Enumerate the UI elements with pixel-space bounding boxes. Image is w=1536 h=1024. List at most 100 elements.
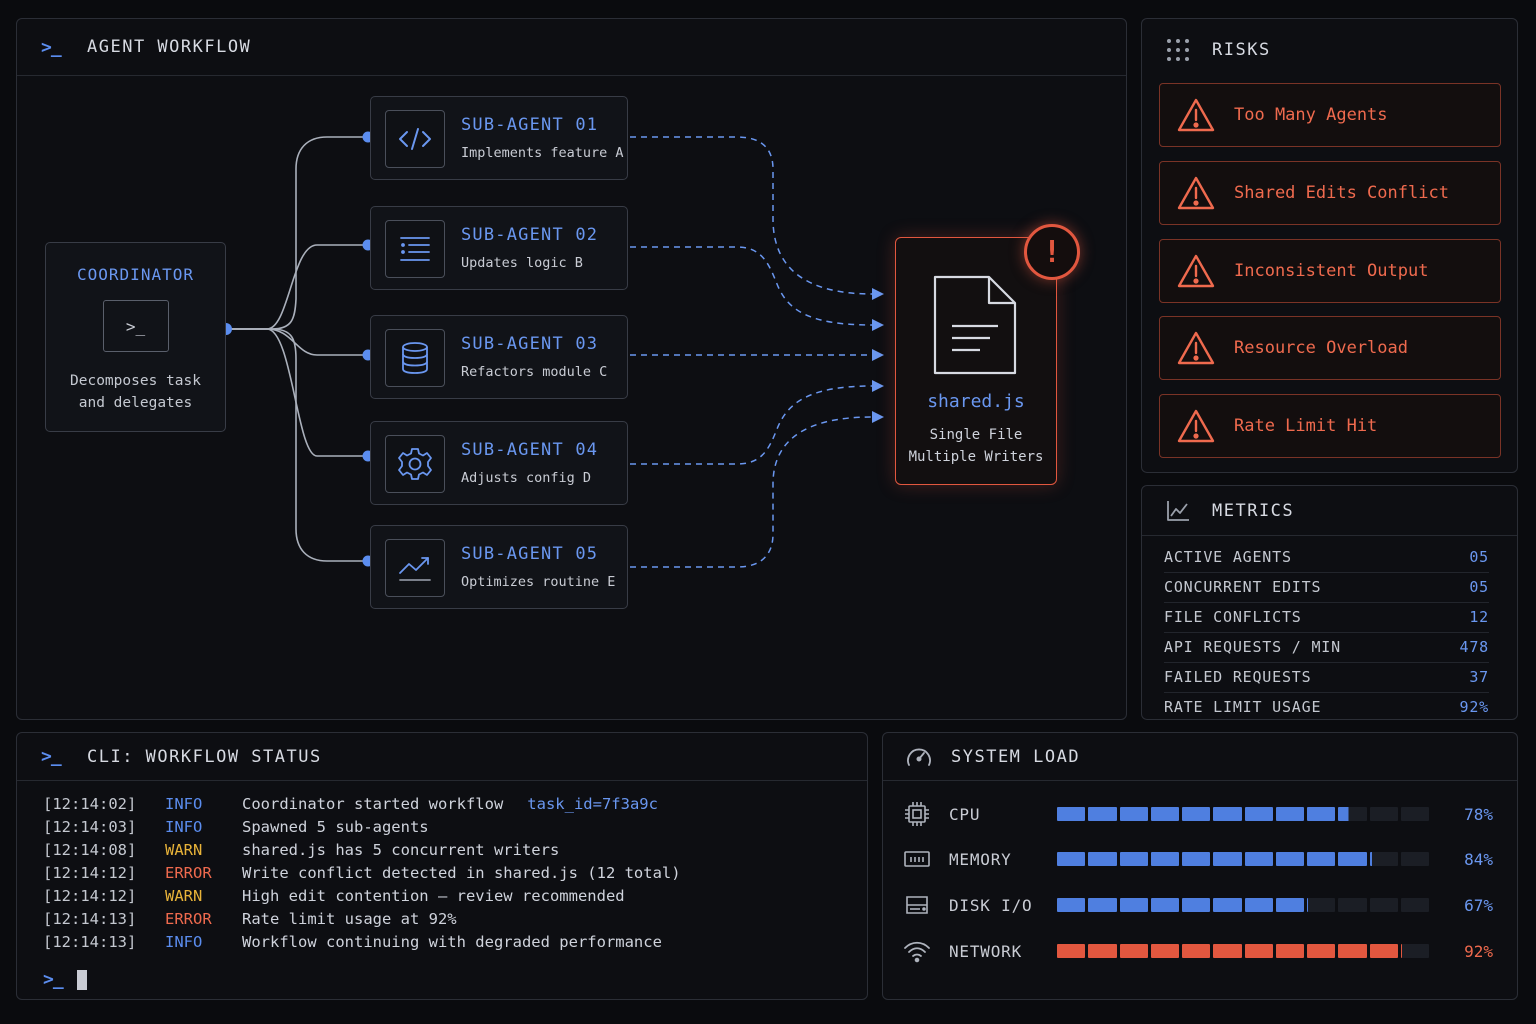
metric-label: FILE CONFLICTS: [1164, 608, 1302, 626]
metric-row: FAILED REQUESTS 37: [1164, 662, 1489, 693]
load-bar-segment: [1400, 898, 1429, 912]
shared-file-desc-line2: Multiple Writers: [908, 449, 1044, 465]
metric-row: RATE LIMIT USAGE 92%: [1164, 692, 1489, 722]
risk-item[interactable]: Resource Overload: [1159, 316, 1501, 380]
risk-item[interactable]: Rate Limit Hit: [1159, 394, 1501, 458]
load-bar-segment: [1275, 852, 1304, 866]
sub-agent-title: SUB-AGENT 01: [461, 115, 599, 135]
metric-value: 05: [1469, 578, 1489, 596]
load-bar-segment: [1182, 944, 1211, 958]
load-bar-segment: [1057, 898, 1086, 912]
sub-agent-04-node[interactable]: SUB-AGENT 04 Adjusts config D: [370, 421, 628, 505]
load-bar-segment: [1307, 944, 1336, 958]
shared-file-desc-line1: Single File: [929, 427, 1023, 443]
load-bar-segment: [1369, 898, 1398, 912]
metric-value: 92%: [1459, 698, 1489, 716]
log-time: [12:14:03]: [43, 818, 137, 836]
load-bar-segment: [1150, 944, 1179, 958]
coordinator-desc-line1: Decomposes task: [70, 373, 201, 389]
sub-agent-01-node[interactable]: SUB-AGENT 01 Implements feature A: [370, 96, 628, 180]
coordinator-node[interactable]: COORDINATOR >_ Decomposes task and deleg…: [45, 242, 226, 432]
cli-input-line[interactable]: >_: [43, 969, 87, 990]
load-bar-segment: [1213, 807, 1242, 821]
load-bar-segment: [1307, 898, 1336, 912]
shared-file-node[interactable]: shared.js Single File Multiple Writers: [895, 237, 1057, 485]
load-bar-segment: [1119, 807, 1148, 821]
sub-agent-03-node[interactable]: SUB-AGENT 03 Refactors module C: [370, 315, 628, 399]
load-bar-segment: [1119, 898, 1148, 912]
line-chart-icon: [1166, 500, 1196, 522]
load-value: 67%: [1464, 895, 1493, 915]
load-bar-segment: [1057, 852, 1086, 866]
log-line: [12:14:03] INFO Spawned 5 sub-agents: [43, 818, 429, 836]
workflow-title: AGENT WORKFLOW: [87, 37, 252, 57]
warning-icon: [1176, 330, 1218, 366]
load-bar-segment: [1400, 944, 1429, 958]
load-bar-segment: [1150, 852, 1179, 866]
load-bar-segment: [1150, 898, 1179, 912]
load-bar: [1057, 852, 1429, 866]
load-bar-segment: [1244, 944, 1273, 958]
load-bar-segment: [1088, 944, 1117, 958]
log-level: INFO: [165, 795, 203, 813]
load-row-network: NETWORK 92%: [903, 936, 1493, 966]
metric-value: 37: [1469, 668, 1489, 686]
load-bar-segment: [1213, 898, 1242, 912]
load-row-cpu: CPU 78%: [903, 799, 1493, 829]
sub-agent-title: SUB-AGENT 05: [461, 544, 599, 564]
risk-item[interactable]: Too Many Agents: [1159, 83, 1501, 147]
log-time: [12:14:13]: [43, 933, 137, 951]
sub-agent-desc: Implements feature A: [461, 145, 624, 161]
cli-panel: >_ CLI: WORKFLOW STATUS [12:14:02] INFO Co…: [16, 732, 868, 1000]
database-icon: [385, 329, 445, 387]
log-line: [12:14:12] ERROR Write conflict detected i…: [43, 864, 681, 882]
log-level: ERROR: [165, 910, 212, 928]
gauge-icon: [905, 744, 935, 770]
risk-item[interactable]: Inconsistent Output: [1159, 239, 1501, 303]
log-level: ERROR: [165, 864, 212, 882]
metric-label: API REQUESTS / MIN: [1164, 638, 1341, 656]
load-bar-segment: [1057, 807, 1086, 821]
load-bar-segment: [1057, 944, 1086, 958]
log-time: [12:14:13]: [43, 910, 137, 928]
log-level: INFO: [165, 818, 203, 836]
load-bar-segment: [1338, 944, 1367, 958]
load-bar-segment: [1400, 852, 1429, 866]
load-bar-segment: [1307, 807, 1336, 821]
coordinator-desc: Decomposes task and delegates: [46, 370, 225, 414]
load-bar-segment: [1119, 852, 1148, 866]
list-icon: [385, 220, 445, 278]
cli-prompt: >_: [43, 969, 64, 990]
terminal-icon: >_: [41, 36, 62, 58]
log-task-id[interactable]: task_id=7f3a9c: [527, 795, 658, 813]
log-level: WARN: [165, 887, 203, 905]
load-label: DISK I/O: [949, 895, 1033, 915]
sub-agent-05-node[interactable]: SUB-AGENT 05 Optimizes routine E: [370, 525, 628, 609]
sub-agent-title: SUB-AGENT 04: [461, 440, 599, 460]
metric-value: 05: [1469, 548, 1489, 566]
terminal-icon: >_: [102, 300, 169, 352]
load-bar-segment: [1182, 898, 1211, 912]
metrics-header: METRICS: [1142, 486, 1517, 536]
risk-item[interactable]: Shared Edits Conflict: [1159, 161, 1501, 225]
alert-icon: !: [1024, 224, 1080, 280]
load-bar-segment: [1338, 852, 1367, 866]
risks-header: RISKS: [1142, 19, 1517, 81]
metric-row: CONCURRENT EDITS 05: [1164, 572, 1489, 603]
load-bar-segment: [1213, 944, 1242, 958]
risks-panel: RISKS Too Many Agents Shared Edits Confl…: [1141, 18, 1518, 473]
coordinator-title: COORDINATOR: [77, 265, 194, 284]
cli-header: >_ CLI: WORKFLOW STATUS: [17, 733, 867, 781]
load-bar-segment: [1213, 852, 1242, 866]
load-bar: [1057, 944, 1429, 958]
load-bar-segment: [1338, 898, 1367, 912]
load-label: MEMORY: [949, 849, 1012, 869]
log-line: [12:14:13] ERROR Rate limit usage at 92%: [43, 910, 457, 928]
metric-row: ACTIVE AGENTS 05: [1164, 542, 1489, 573]
shared-file-desc: Single File Multiple Writers: [896, 424, 1056, 468]
risk-label: Resource Overload: [1234, 338, 1408, 358]
load-bar-segment: [1400, 807, 1429, 821]
sub-agent-02-node[interactable]: SUB-AGENT 02 Updates logic B: [370, 206, 628, 290]
agent-workflow-panel: >_ AGENT WORKFLOW COORDINATOR >_ Decompo…: [16, 18, 1127, 720]
load-bar-segment: [1369, 944, 1398, 958]
